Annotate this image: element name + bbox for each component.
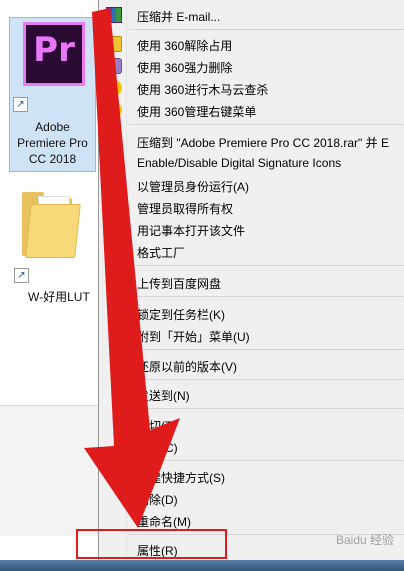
annotation-arrow bbox=[84, 8, 180, 528]
highlight-box bbox=[76, 529, 227, 559]
watermark: Baidu 经验 bbox=[335, 533, 394, 547]
red-arrow-shape bbox=[84, 8, 180, 528]
